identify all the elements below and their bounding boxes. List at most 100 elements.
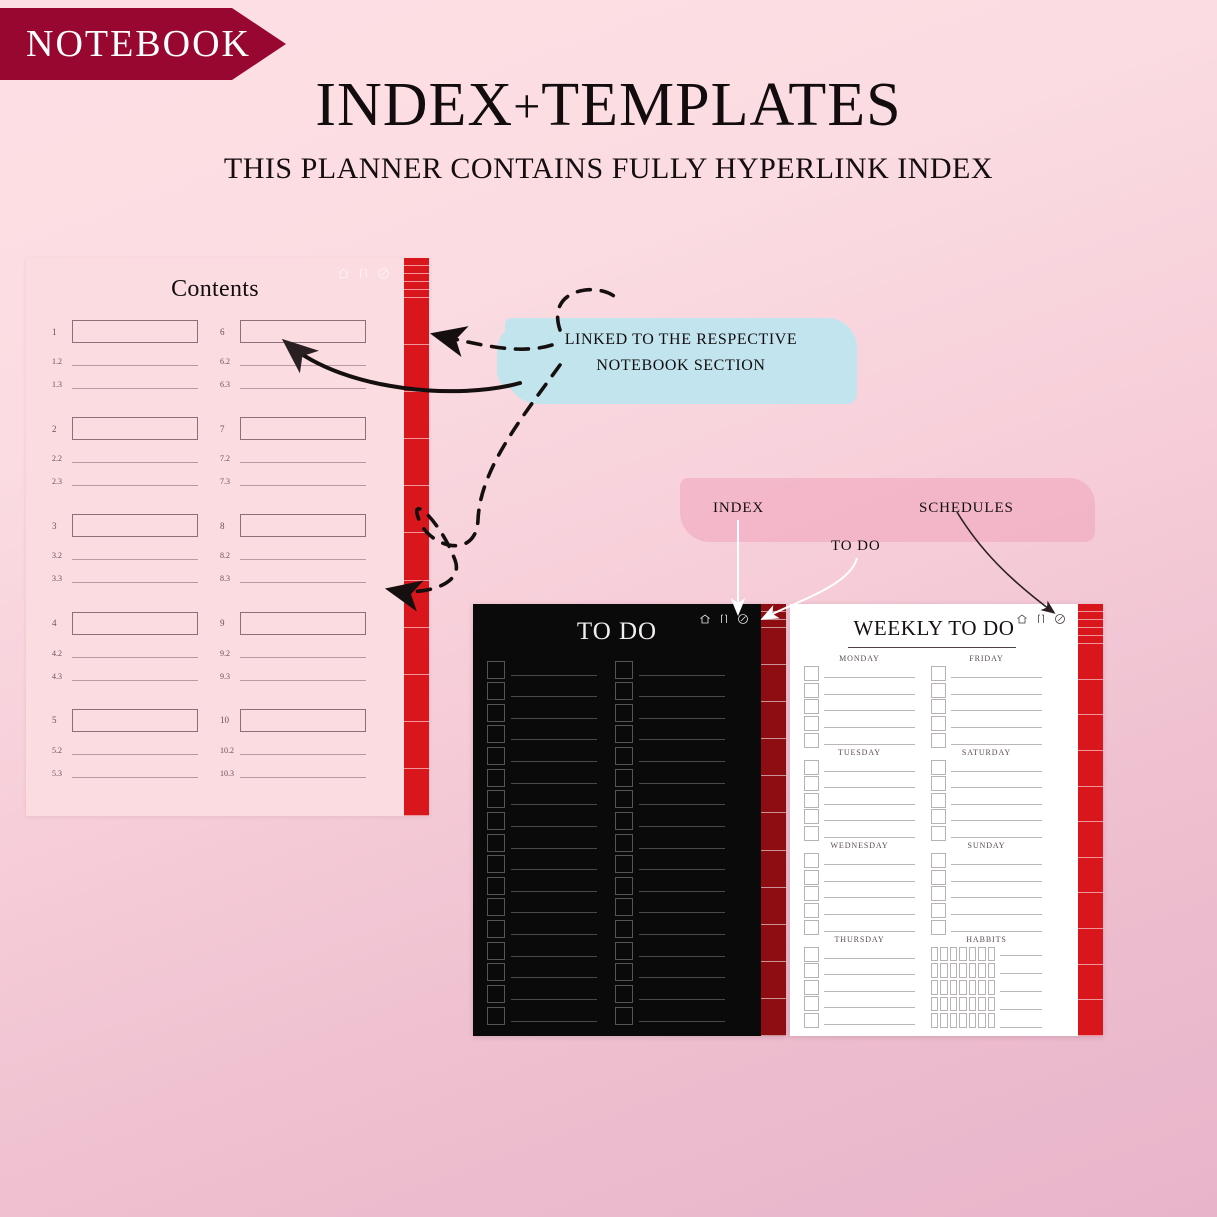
habit-checkbox[interactable] [959,963,967,978]
todo-row[interactable] [487,983,597,1004]
todo-row[interactable] [615,810,725,831]
todo-write-line[interactable] [639,923,725,935]
todo-row[interactable] [487,681,597,702]
tab-segment[interactable] [1078,787,1103,823]
todo-row[interactable] [487,875,597,896]
weekly-checkbox[interactable] [931,776,946,792]
habit-name-line[interactable] [1000,947,1042,956]
tab-mini[interactable] [404,266,429,274]
weekly-checkbox[interactable] [804,666,819,681]
todo-write-line[interactable] [639,988,725,1000]
todo-write-line[interactable] [511,707,597,719]
habit-checkbox[interactable] [959,996,967,1012]
todo-checkbox[interactable] [487,963,505,982]
contents-subentry[interactable]: 1.2 [52,356,198,366]
habit-name-line[interactable] [1000,1001,1042,1010]
contents-entry-box[interactable] [72,611,198,635]
habit-checkbox[interactable] [978,963,986,978]
habit-checkbox[interactable] [940,946,948,962]
todo-checkbox[interactable] [487,790,505,809]
habit-name-line[interactable] [1000,965,1042,974]
todo-write-line[interactable] [639,858,725,871]
todo-write-line[interactable] [639,837,725,849]
contents-subentry[interactable]: 10.2 [220,745,366,755]
tab-segment[interactable] [404,392,429,440]
contents-subentry-line[interactable] [72,476,198,487]
contents-subentry[interactable]: 6.3 [220,379,366,389]
weekly-write-line[interactable] [824,999,915,1009]
weekly-row[interactable] [931,699,1042,715]
contents-subentry[interactable]: 2.3 [52,476,198,487]
todo-write-line[interactable] [639,880,725,892]
habit-checkbox[interactable] [949,1013,958,1028]
todo-write-line[interactable] [511,880,597,892]
contents-entry-main[interactable]: 1 [52,320,198,343]
contents-entry[interactable]: 2 2.2 2.3 [52,413,198,510]
tab-segment[interactable] [1078,822,1103,858]
contents-entry-main[interactable]: 4 [52,611,198,635]
contents-entry[interactable]: 8 8.2 8.3 [220,510,366,607]
todo-row[interactable] [487,789,597,810]
todo-write-line[interactable] [511,728,597,741]
weekly-row[interactable] [804,919,915,935]
weekly-checkbox[interactable] [804,699,819,715]
weekly-write-line[interactable] [824,796,915,805]
todo-write-line[interactable] [511,815,597,827]
contents-subentry-line[interactable] [72,550,198,561]
tab-mini[interactable] [404,290,429,298]
todo-write-line[interactable] [511,988,597,1000]
weekly-checkbox[interactable] [931,886,946,902]
tab-mini[interactable] [1078,636,1103,644]
weekly-row[interactable] [931,792,1042,808]
todo-row[interactable] [615,919,725,940]
contents-page-icons[interactable] [337,267,390,280]
contents-subentry[interactable]: 5.3 [52,768,198,778]
todo-row[interactable] [615,897,725,918]
weekly-row[interactable] [804,853,915,868]
weekly-row[interactable] [804,963,915,979]
weekly-row[interactable] [931,826,1042,841]
weekly-row[interactable] [931,809,1042,825]
weekly-write-line[interactable] [824,779,915,789]
todo-row[interactable] [615,767,725,788]
tab-segment[interactable] [761,851,786,888]
habit-checkbox[interactable] [959,1013,967,1028]
weekly-row[interactable] [804,869,915,885]
weekly-write-line[interactable] [824,889,915,899]
tab-segment[interactable] [404,298,429,346]
weekly-checkbox[interactable] [804,732,819,748]
todo-checkbox[interactable] [615,898,633,917]
todo-checkbox[interactable] [615,660,633,679]
weekly-checkbox[interactable] [804,853,819,868]
contents-subentry[interactable]: 8.3 [220,573,366,584]
todo-checkbox[interactable] [615,725,633,744]
contents-entry-main[interactable]: 10 [220,708,366,732]
contents-entry-main[interactable]: 2 [52,417,198,441]
tab-mini[interactable] [404,258,429,266]
weekly-checkbox[interactable] [804,946,819,962]
todo-write-line[interactable] [511,1010,597,1022]
tab-segment[interactable] [761,739,786,777]
contents-entry-main[interactable]: 5 [52,708,198,732]
tab-segment[interactable] [404,486,429,534]
habit-checkbox[interactable] [931,1013,939,1028]
todo-write-line[interactable] [639,664,725,676]
weekly-checkbox[interactable] [931,732,946,748]
contents-entry[interactable]: 5 5.2 5.3 [52,705,198,802]
contents-subentry[interactable]: 4.2 [52,648,198,658]
habit-checkbox[interactable] [968,946,977,962]
todo-row[interactable] [615,962,725,983]
todo-checkbox[interactable] [615,984,633,1003]
todo-row[interactable] [487,962,597,983]
tab-segment[interactable] [404,581,429,628]
todo-row[interactable] [615,746,725,767]
tab-segment[interactable] [404,345,429,393]
contents-entry-box[interactable] [240,514,366,538]
tab-segment[interactable] [761,888,786,925]
contents-subentry[interactable]: 3.3 [52,573,198,584]
tab-mini[interactable] [761,612,786,620]
habit-checkbox[interactable] [949,963,958,978]
weekly-checkbox[interactable] [931,919,946,935]
weekly-row[interactable] [804,732,915,748]
tab-mini[interactable] [404,282,429,290]
